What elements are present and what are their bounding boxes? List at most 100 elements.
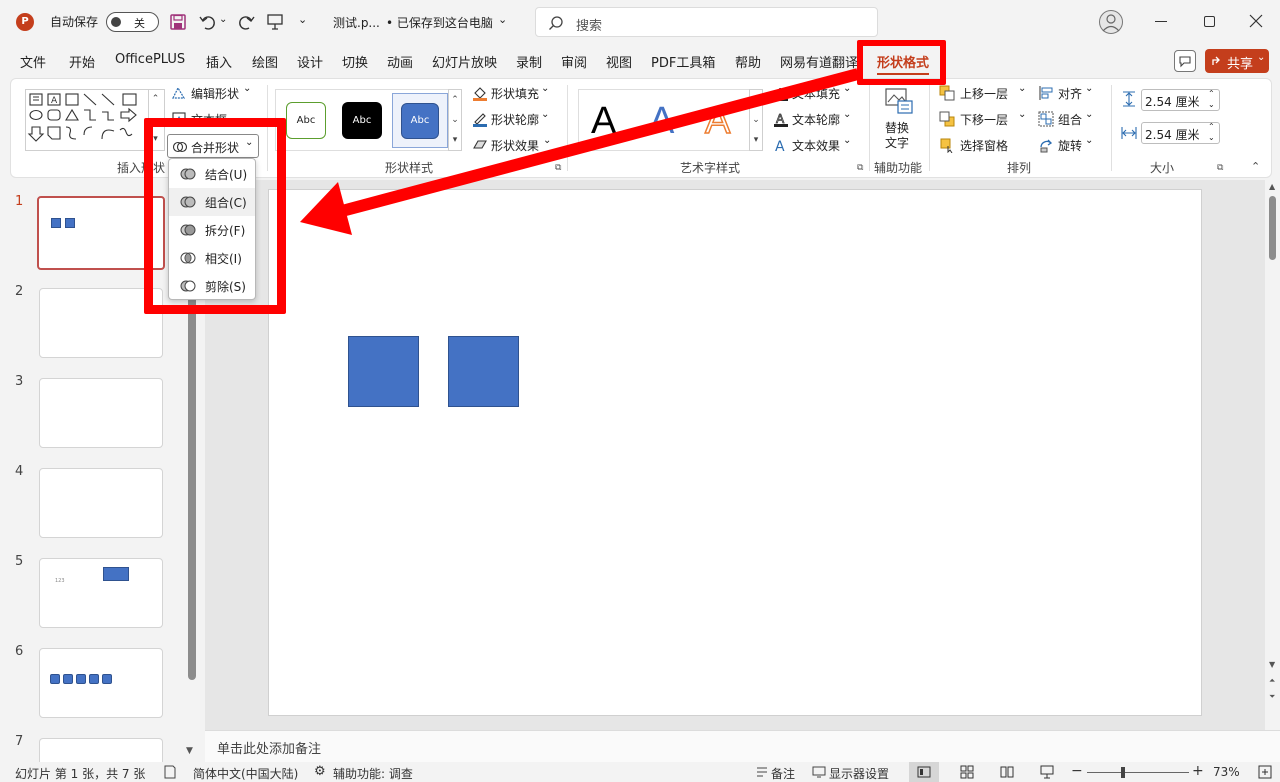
slide-thumbnail-3[interactable] [39,378,163,448]
save-icon[interactable] [170,14,186,30]
present-icon[interactable] [266,13,284,31]
customize-toolbar-icon[interactable]: ⌄ [298,13,307,26]
save-status[interactable]: • 已保存到这台电脑 [386,14,493,31]
undo-icon[interactable] [199,13,217,31]
send-backward-chevron-icon[interactable]: ⌄ [1018,109,1026,120]
collapse-ribbon-icon[interactable]: ⌃ [1251,160,1260,173]
arrange-group-label: 排列 [1007,161,1032,175]
edit-shape-chevron-icon[interactable]: ⌄ [243,83,251,94]
close-icon[interactable] [1249,14,1263,28]
slide5-caption: 123 [55,578,65,584]
prev-slide-icon[interactable]: ⏶ [1269,676,1275,686]
spell-check-icon[interactable] [163,765,177,779]
bring-forward-button[interactable]: 上移一层 [960,85,1008,102]
slide-thumbnail-6[interactable] [39,648,163,718]
accessibility-icon[interactable]: ⚙ [314,764,326,779]
vertical-scrollbar[interactable]: ▲ ▼ ⏶ ⏷ [1266,180,1280,730]
search-box[interactable]: 搜索 [535,7,878,37]
send-backward-icon[interactable] [939,111,955,127]
blue-square-2[interactable] [448,336,519,407]
alt-text-label-2[interactable]: 文字 [885,134,909,151]
accessibility-group-label: 辅助功能 [874,161,923,175]
height-input[interactable]: 2.54 厘米 ⌃ ⌄ [1141,89,1220,111]
zoom-slider[interactable] [1087,767,1189,778]
slide-number: 6 [15,644,24,659]
slide-info[interactable]: 幻灯片 第 1 张，共 7 张 [15,765,145,782]
align-button[interactable]: 对齐 [1058,85,1082,102]
autosave-toggle[interactable]: 关 [106,12,159,32]
notes-placeholder: 单击此处添加备注 [217,742,322,757]
display-settings-icon[interactable] [812,765,826,779]
group-icon[interactable] [1038,111,1054,127]
tab-home[interactable]: 开始 [69,52,95,71]
minimize-icon[interactable] [1155,21,1167,22]
slide-thumbnail-7[interactable] [39,738,163,762]
height-icon [1121,91,1137,107]
selection-pane-icon[interactable] [939,137,955,153]
height-spinner-icon[interactable]: ⌃ ⌄ [1208,88,1215,110]
zoom-out-icon[interactable]: − [1071,763,1083,779]
display-settings[interactable]: 显示器设置 [829,765,889,782]
rotate-button[interactable]: 旋转 [1058,137,1082,154]
rotate-chevron-icon[interactable]: ⌄ [1085,135,1093,146]
width-input[interactable]: 2.54 厘米 ⌃ ⌄ [1141,122,1220,144]
tab-officeplus[interactable]: OfficePLUS [115,52,185,67]
separator [929,85,930,171]
scroll-thumb[interactable] [1269,196,1276,260]
share-label: 共享 [1227,57,1254,72]
width-spinner-icon[interactable]: ⌃ ⌄ [1208,121,1215,143]
send-backward-button[interactable]: 下移一层 [960,111,1008,128]
thumbnail-scroll-down-icon[interactable]: ▼ [186,746,193,756]
scroll-down-icon[interactable]: ▼ [1269,660,1275,669]
bring-forward-icon[interactable] [939,85,955,101]
edit-shape-button[interactable]: 编辑形状 [191,85,239,102]
share-button[interactable]: 共享 ⌄ [1205,49,1269,73]
status-bar: 幻灯片 第 1 张，共 7 张 简体中文(中国大陆) ⚙ 辅助功能: 调查 备注… [0,762,1280,782]
rotate-icon[interactable] [1038,137,1054,153]
slide-number: 7 [15,734,24,749]
group-button[interactable]: 组合 [1058,111,1082,128]
group-chevron-icon[interactable]: ⌄ [1085,109,1093,120]
slide-thumbnail-5[interactable]: 123 [39,558,163,628]
maximize-icon[interactable] [1204,16,1215,27]
selection-pane-button[interactable]: 选择窗格 [960,137,1008,154]
align-chevron-icon[interactable]: ⌄ [1085,83,1093,94]
slide-sorter-icon[interactable] [960,765,974,779]
notes-icon[interactable] [755,765,769,779]
file-name[interactable]: 测试.p... [333,14,380,31]
accessibility-status[interactable]: 辅助功能: 调查 [333,765,413,782]
tab-insert[interactable]: 插入 [206,52,232,71]
undo-dropdown-icon[interactable]: ⌄ [219,14,227,25]
search-placeholder: 搜索 [576,19,603,34]
slide-thumbnail-4[interactable] [39,468,163,538]
slide-canvas[interactable] [268,189,1202,716]
tab-draw[interactable]: 绘图 [252,52,278,71]
autosave-state: 关 [134,17,145,30]
blue-square-1[interactable] [348,336,419,407]
scroll-up-icon[interactable]: ▲ [1269,182,1275,191]
comments-icon[interactable] [1174,50,1196,72]
title-bar: P 自动保存 关 ⌄ ⌄ 测试.p... • 已保存到这台电脑 ⌄ 搜索 [0,0,1280,44]
language-status[interactable]: 简体中文(中国大陆) [193,765,298,782]
size-group-label: 大小 [1150,161,1175,175]
edit-shape-icon[interactable] [171,85,187,101]
bring-forward-chevron-icon[interactable]: ⌄ [1018,83,1026,94]
zoom-level[interactable]: 73% [1213,765,1240,779]
next-slide-icon[interactable]: ⏷ [1269,692,1275,702]
alt-text-icon[interactable] [884,87,914,115]
notes-toggle[interactable]: 备注 [771,765,795,782]
normal-view-icon[interactable] [909,762,939,782]
fit-slide-icon[interactable] [1258,765,1272,779]
tab-file[interactable]: 文件 [20,52,46,71]
notes-pane[interactable]: 单击此处添加备注 [205,730,1280,762]
slide-number: 5 [15,554,24,569]
reading-view-icon[interactable] [1000,765,1014,779]
zoom-in-icon[interactable]: + [1192,763,1204,779]
slideshow-icon[interactable] [1040,765,1054,779]
size-launcher-icon[interactable]: ⧉ [1217,163,1223,173]
account-avatar[interactable] [1099,10,1123,34]
redo-icon[interactable] [237,13,255,31]
save-status-chevron-icon[interactable]: ⌄ [498,13,507,26]
align-icon[interactable] [1038,85,1054,101]
zoom-slider-thumb[interactable] [1121,767,1125,778]
